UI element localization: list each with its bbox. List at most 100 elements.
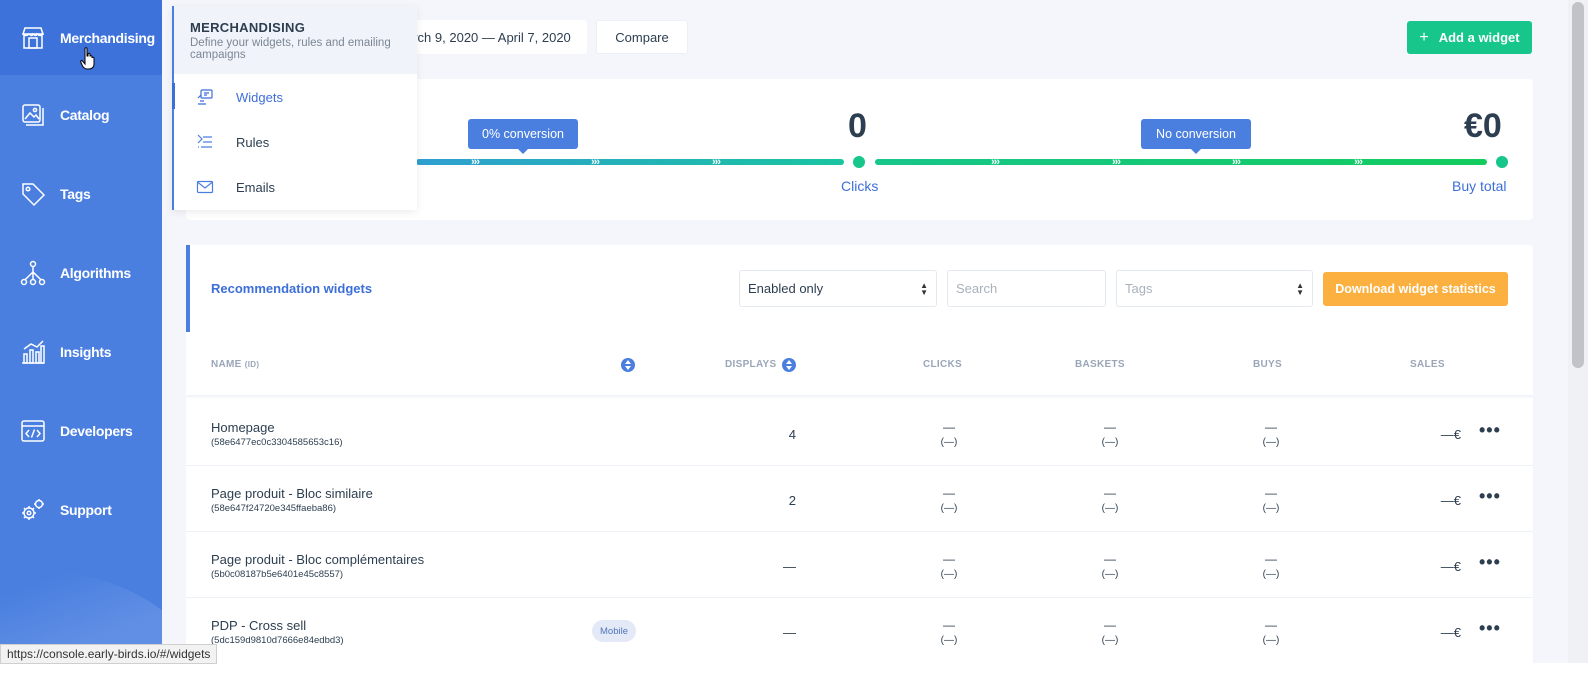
more-options-icon[interactable]: ••• — [1479, 487, 1501, 505]
scrollbar-thumb[interactable] — [1572, 2, 1584, 368]
merchandising-submenu: MERCHANDISING Define your widgets, rules… — [172, 6, 417, 210]
buy-total-value: €0 — [1464, 107, 1502, 145]
clicks-cell: — (—) — [940, 486, 958, 514]
add-widget-label: Add a widget — [1438, 30, 1520, 45]
baskets-cell: — (—) — [1101, 420, 1119, 448]
submenu-item-emails[interactable]: Emails — [174, 167, 417, 207]
search-input[interactable] — [947, 270, 1106, 307]
chevrons-icon: ››› — [591, 156, 600, 168]
more-options-icon[interactable]: ••• — [1479, 619, 1501, 637]
tags-placeholder: Tags — [1125, 281, 1153, 296]
submenu-item-label: Rules — [236, 134, 270, 150]
chevrons-icon: ››› — [1232, 156, 1241, 168]
table-row[interactable]: Homepage (58e6477ec0c3304585653c16) 4 —(… — [186, 400, 1533, 466]
sort-icon[interactable] — [782, 358, 796, 372]
clicks-cell: — (—) — [940, 552, 958, 580]
sales-value: —€ — [1440, 559, 1461, 574]
tags-select[interactable]: Tags ▲ ▼ — [1116, 270, 1313, 307]
page-scrollbar[interactable] — [1568, 0, 1588, 678]
widget-name[interactable]: Page produit - Bloc similaire — [211, 486, 373, 501]
sidebar-item-tags[interactable]: Tags — [0, 156, 162, 231]
funnel-bar-clicks-buys: ››› ››› ››› ››› — [875, 156, 1487, 168]
sales-value: —€ — [1440, 625, 1461, 640]
header-divider — [186, 395, 1533, 399]
clicks-label: Clicks — [841, 178, 879, 194]
chevrons-icon: ››› — [991, 156, 1000, 168]
select-arrows-icon: ▲ ▼ — [1296, 281, 1304, 297]
displays-value: 4 — [788, 427, 796, 442]
column-header-clicks[interactable]: CLICKS — [923, 359, 962, 370]
sidebar-item-label: Tags — [60, 185, 91, 202]
sidebar-item-label: Merchandising — [60, 29, 155, 46]
submenu-item-widgets[interactable]: Widgets — [172, 77, 417, 117]
clicks-cell: — (—) — [940, 618, 958, 646]
widget-icon — [197, 89, 213, 105]
chevrons-icon: ››› — [1354, 156, 1363, 168]
column-header-displays[interactable]: DISPLAYS — [725, 359, 777, 370]
more-options-icon[interactable]: ••• — [1479, 553, 1501, 571]
more-options-icon[interactable]: ••• — [1479, 421, 1501, 439]
plus-icon: + — [1419, 28, 1429, 46]
widget-name[interactable]: Homepage — [211, 420, 275, 435]
sidebar: Merchandising Catalog Tags Algorithms In… — [0, 0, 162, 678]
mobile-badge: Mobile — [592, 620, 636, 642]
funnel-bar-displays-clicks: ››› ››› ››› — [416, 156, 844, 168]
buys-cell: — (—) — [1262, 420, 1280, 448]
chart-icon — [22, 339, 45, 364]
widget-name[interactable]: PDP - Cross sell — [211, 618, 306, 633]
sales-value: —€ — [1440, 493, 1461, 508]
sidebar-item-label: Support — [60, 501, 112, 518]
submenu-header: MERCHANDISING Define your widgets, rules… — [174, 6, 417, 74]
baskets-cell: — (—) — [1101, 486, 1119, 514]
submenu-title: MERCHANDISING — [190, 20, 306, 35]
panel-title: Recommendation widgets — [211, 281, 373, 296]
widget-id: (5dc159d9810d7666e84edbd3) — [211, 635, 344, 646]
clicks-value: 0 — [848, 107, 867, 145]
gears-icon — [22, 498, 44, 520]
buy-total-label: Buy total — [1452, 178, 1507, 194]
submenu-item-label: Emails — [236, 179, 276, 195]
column-header-sales[interactable]: SALES — [1410, 359, 1445, 370]
buys-cell: — (—) — [1262, 552, 1280, 580]
add-widget-button[interactable]: + Add a widget — [1407, 21, 1532, 54]
column-header-name[interactable]: NAME (ID) — [211, 359, 259, 370]
compare-button[interactable]: Compare — [596, 20, 688, 54]
rules-icon — [197, 134, 212, 148]
store-icon — [21, 26, 45, 49]
status-bar-url: https://console.early-birds.io/#/widgets — [0, 644, 218, 664]
sidebar-item-developers[interactable]: Developers — [0, 393, 162, 468]
network-icon — [20, 260, 46, 285]
clicks-cell: — (—) — [940, 420, 958, 448]
tag-icon — [22, 182, 46, 206]
submenu-pointer — [164, 30, 171, 42]
panel-accent — [186, 245, 190, 332]
status-filter-select[interactable]: Enabled only ▲ ▼ — [739, 270, 937, 307]
sidebar-item-support[interactable]: Support — [0, 472, 162, 547]
widget-id: (58e647f24720e345ffaeba86) — [211, 503, 337, 514]
conversion-tooltip-left: 0% conversion — [468, 119, 578, 154]
baskets-cell: — (—) — [1101, 552, 1119, 580]
sort-icon[interactable] — [621, 358, 635, 372]
sidebar-item-catalog[interactable]: Catalog — [0, 77, 162, 152]
sidebar-item-label: Algorithms — [60, 264, 131, 281]
column-header-baskets[interactable]: BASKETS — [1075, 359, 1125, 370]
submenu-item-label: Widgets — [236, 89, 283, 105]
sidebar-item-insights[interactable]: Insights — [0, 314, 162, 389]
displays-value: — — [783, 625, 796, 640]
envelope-icon — [196, 180, 214, 194]
widget-id: (5b0c08187b5e6401e45c8557) — [211, 569, 344, 580]
table-row[interactable]: Page produit - Bloc similaire (58e647f24… — [186, 466, 1533, 532]
sidebar-item-algorithms[interactable]: Algorithms — [0, 235, 162, 310]
sidebar-item-label: Catalog — [60, 106, 110, 123]
table-row[interactable]: PDP - Cross sell (5dc159d9810d7666e84edb… — [186, 598, 1533, 664]
submenu-item-rules[interactable]: Rules — [174, 122, 417, 162]
submenu-subtitle: Define your widgets, rules and emailing … — [190, 37, 391, 61]
select-arrows-icon: ▲ ▼ — [920, 281, 928, 297]
status-filter-value: Enabled only — [748, 281, 824, 296]
download-statistics-button[interactable]: Download widget statistics — [1323, 272, 1508, 306]
sidebar-item-label: Developers — [60, 422, 133, 439]
column-header-buys[interactable]: BUYS — [1253, 359, 1282, 370]
table-row[interactable]: Page produit - Bloc complémentaires (5b0… — [186, 532, 1533, 598]
chevrons-icon: ››› — [712, 156, 721, 168]
widget-name[interactable]: Page produit - Bloc complémentaires — [211, 552, 424, 567]
